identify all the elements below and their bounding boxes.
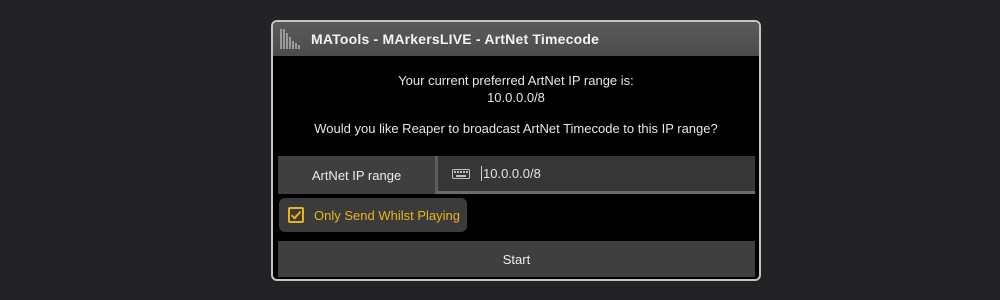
ip-range-prompt: Your current preferred ArtNet IP range i… <box>398 73 634 88</box>
only-send-whilst-playing-toggle[interactable]: Only Send Whilst Playing <box>279 198 467 232</box>
ip-range-label: ArtNet IP range <box>278 156 435 194</box>
dialog-body: Your current preferred ArtNet IP range i… <box>273 56 759 279</box>
current-ip-range: 10.0.0.0/8 <box>487 90 545 105</box>
ip-range-input[interactable]: 10.0.0.0/8 <box>435 156 755 194</box>
checkbox[interactable] <box>288 207 304 223</box>
checkmark-icon <box>290 210 302 220</box>
ip-range-value: 10.0.0.0/8 <box>483 166 541 181</box>
artnet-timecode-dialog: MATools - MArkersLIVE - ArtNet Timecode … <box>271 20 761 281</box>
keyboard-icon <box>452 168 470 179</box>
matools-logo-icon <box>280 29 300 49</box>
broadcast-question: Would you like Reaper to broadcast ArtNe… <box>314 121 718 136</box>
text-caret <box>481 166 482 181</box>
title-bar[interactable]: MATools - MArkersLIVE - ArtNet Timecode <box>273 22 759 56</box>
checkbox-label: Only Send Whilst Playing <box>314 207 460 223</box>
start-button[interactable]: Start <box>278 241 755 277</box>
window-title: MATools - MArkersLIVE - ArtNet Timecode <box>311 31 600 47</box>
